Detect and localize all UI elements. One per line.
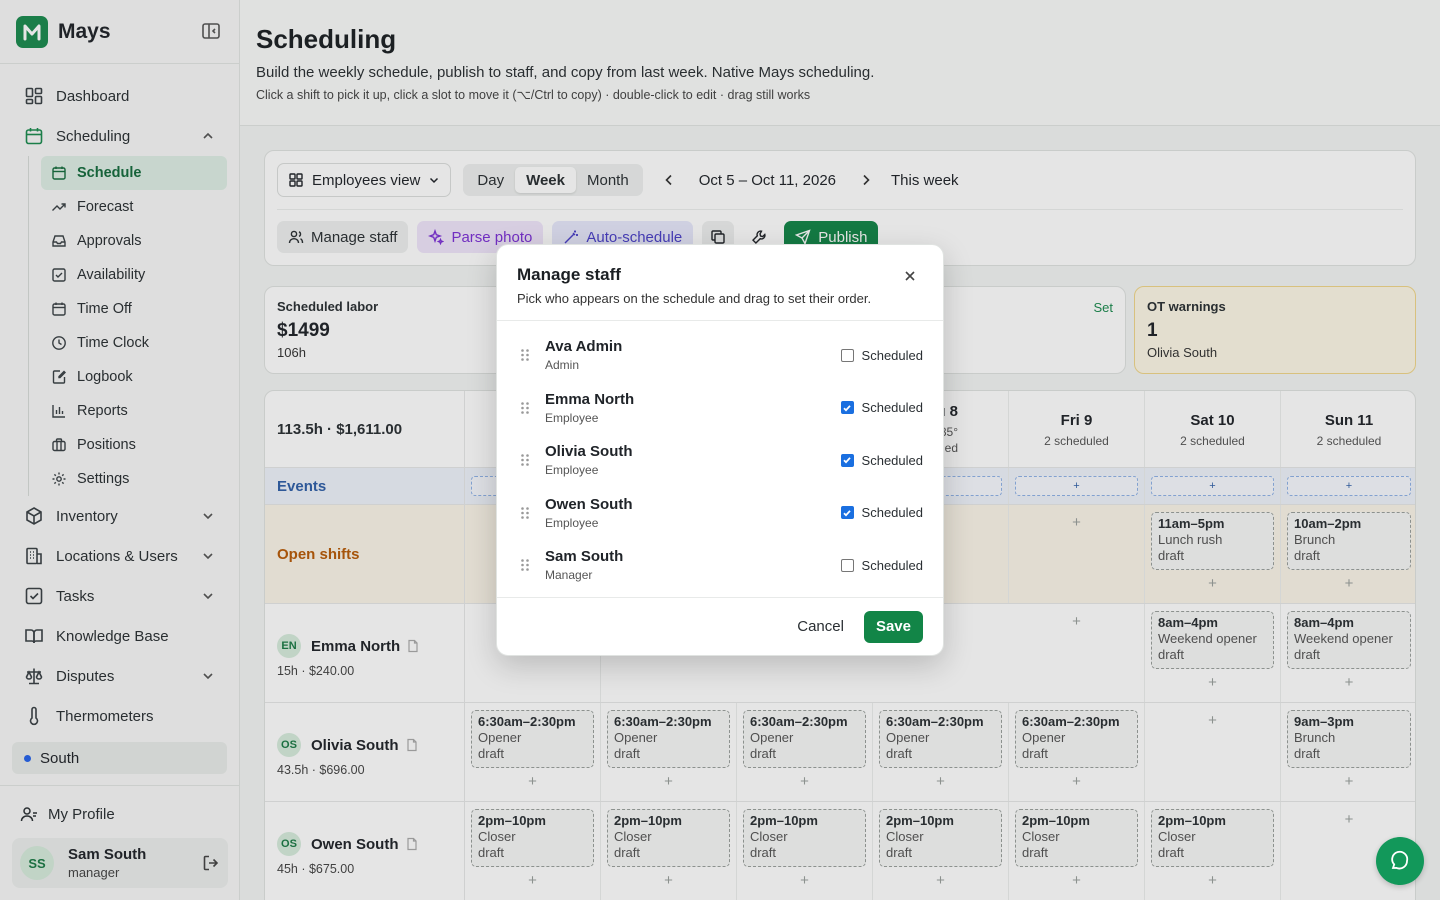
close-icon[interactable] — [903, 269, 917, 283]
checkbox-checked-icon[interactable] — [840, 506, 854, 520]
staff-meta: Ava Admin Admin — [545, 338, 622, 372]
scheduled-label: Scheduled — [861, 400, 923, 416]
staff-row[interactable]: Emma North Employee Scheduled — [497, 382, 943, 435]
staff-name: Owen South — [545, 495, 633, 513]
scheduled-checkbox[interactable]: Scheduled — [840, 557, 923, 573]
staff-role: Admin — [545, 358, 580, 373]
staff-meta: Sam South Manager — [545, 548, 623, 582]
staff-meta: Owen South Employee — [545, 496, 633, 530]
staff-name: Sam South — [545, 548, 624, 566]
grip-vertical-icon[interactable] — [517, 400, 533, 416]
staff-name: Olivia South — [545, 443, 633, 461]
scheduled-label: Scheduled — [861, 505, 923, 521]
dialog-title: Manage staff — [517, 265, 621, 284]
grip-vertical-icon[interactable] — [517, 347, 533, 363]
scheduled-checkbox[interactable]: Scheduled — [840, 505, 923, 521]
scheduled-label: Scheduled — [861, 347, 923, 363]
scheduled-checkbox[interactable]: Scheduled — [840, 400, 923, 416]
staff-name: Ava Admin — [545, 338, 623, 356]
staff-role: Employee — [545, 463, 599, 478]
dialog-footer: Cancel Save — [497, 597, 943, 655]
staff-role: Employee — [545, 410, 599, 425]
save-button[interactable]: Save — [863, 610, 923, 643]
scheduled-label: Scheduled — [861, 557, 923, 573]
scheduled-checkbox[interactable]: Scheduled — [840, 452, 923, 468]
dialog-description: Pick who appears on the schedule and dra… — [517, 291, 872, 306]
checkbox-unchecked-icon[interactable] — [840, 558, 854, 572]
grip-vertical-icon[interactable] — [517, 557, 533, 573]
staff-meta: Olivia South Employee — [545, 443, 633, 477]
staff-list: Ava Admin Admin Scheduled Emma North Employe… — [497, 321, 943, 592]
staff-role: Employee — [545, 515, 599, 530]
checkbox-checked-icon[interactable] — [840, 453, 854, 467]
grip-vertical-icon[interactable] — [517, 452, 533, 468]
staff-row[interactable]: Sam South Manager Scheduled — [497, 539, 943, 592]
staff-role: Manager — [545, 568, 593, 583]
checkbox-checked-icon[interactable] — [840, 401, 854, 415]
checkbox-unchecked-icon[interactable] — [840, 348, 854, 362]
scheduled-checkbox[interactable]: Scheduled — [840, 347, 923, 363]
staff-row[interactable]: Ava Admin Admin Scheduled — [497, 329, 943, 382]
staff-row[interactable]: Olivia South Employee Scheduled — [497, 434, 943, 487]
staff-name: Emma North — [545, 390, 635, 408]
scheduled-label: Scheduled — [861, 452, 923, 468]
chat-button[interactable] — [1376, 837, 1424, 885]
staff-meta: Emma North Employee — [545, 391, 634, 425]
chat-bubble-icon — [1389, 850, 1411, 872]
cancel-button[interactable]: Cancel — [797, 618, 844, 635]
dialog-header: Manage staff Pick who appears on the sch… — [497, 245, 943, 321]
manage-staff-dialog: Manage staff Pick who appears on the sch… — [496, 244, 944, 656]
staff-row[interactable]: Owen South Employee Scheduled — [497, 487, 943, 540]
grip-vertical-icon[interactable] — [517, 505, 533, 521]
